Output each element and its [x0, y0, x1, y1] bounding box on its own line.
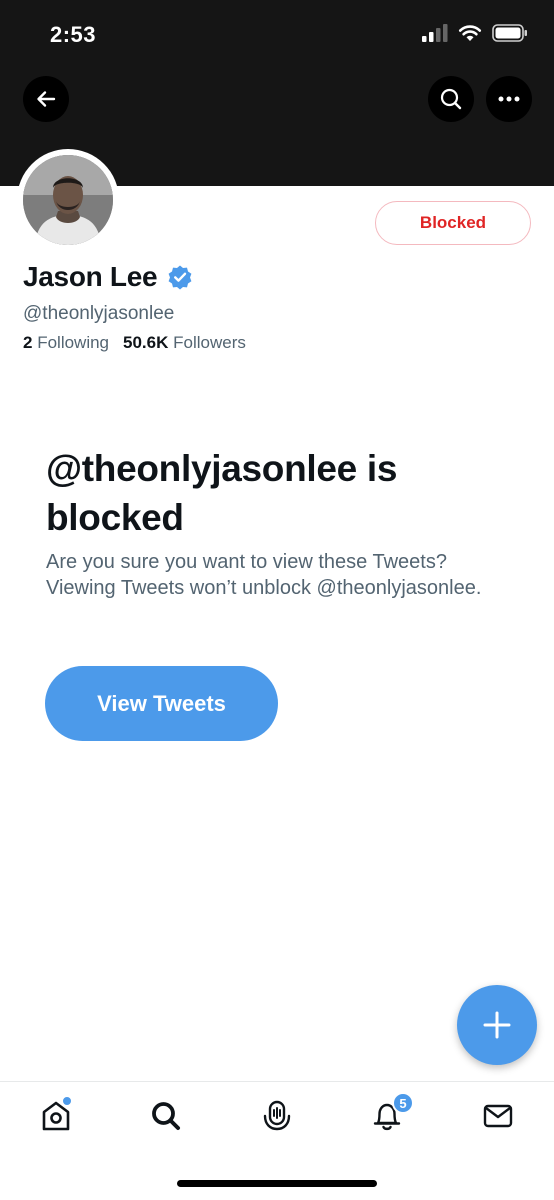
notification-count-badge: 5 [392, 1092, 414, 1114]
search-button[interactable] [428, 76, 474, 122]
profile-handle: @theonlyjasonlee [23, 303, 175, 324]
blocked-button[interactable]: Blocked [375, 201, 531, 245]
avatar[interactable] [23, 155, 113, 245]
tab-messages[interactable] [478, 1096, 518, 1136]
tab-spaces[interactable] [257, 1096, 297, 1136]
view-tweets-button[interactable]: View Tweets [45, 666, 278, 741]
blocked-notice-description: Are you sure you want to view these Twee… [46, 551, 482, 599]
display-name-row: Jason Lee [23, 261, 193, 293]
back-arrow-icon [37, 91, 56, 107]
tab-notifications[interactable]: 5 [367, 1092, 414, 1136]
following-label: Following [37, 333, 110, 352]
followers-count: 50.6K [123, 333, 169, 352]
follow-stats: 2 Following 50.6K Followers [23, 333, 246, 353]
blocked-notice-title: @theonlyjasonlee is blocked [46, 448, 398, 538]
plus-icon [483, 1011, 511, 1039]
followers-label: Followers [173, 333, 246, 352]
status-icons [422, 24, 528, 42]
tab-home[interactable] [36, 1096, 76, 1136]
more-icon [498, 96, 520, 102]
following-count: 2 [23, 333, 33, 352]
mail-icon [483, 1104, 513, 1128]
status-bar: 2:53 [0, 0, 554, 70]
compose-tweet-button[interactable] [457, 985, 537, 1065]
profile-photo [23, 155, 113, 245]
search-icon [440, 88, 462, 110]
home-indicator [177, 1180, 377, 1187]
cellular-signal-icon [422, 24, 448, 42]
tab-search[interactable] [146, 1096, 186, 1136]
verified-badge-icon [168, 265, 192, 290]
followers-link[interactable]: 50.6K Followers [123, 333, 246, 353]
blocked-button-label: Blocked [419, 213, 487, 232]
wifi-icon [458, 25, 482, 41]
following-link[interactable]: 2 Following [23, 333, 109, 353]
display-name: Jason Lee [23, 261, 158, 292]
more-options-button[interactable] [486, 76, 532, 122]
view-tweets-label: View Tweets [97, 690, 226, 716]
battery-icon [492, 24, 527, 42]
back-button[interactable] [23, 76, 69, 122]
spaces-icon [263, 1100, 291, 1131]
status-time: 2:53 [50, 22, 97, 47]
search-icon [152, 1102, 180, 1130]
home-new-dot [62, 1096, 72, 1106]
